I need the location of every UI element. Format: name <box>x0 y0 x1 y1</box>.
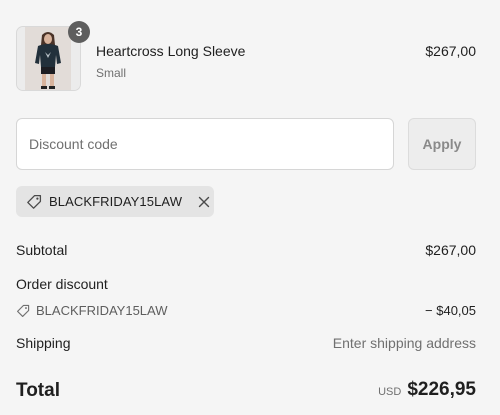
subtotal-label: Subtotal <box>16 242 68 258</box>
shipping-label: Shipping <box>16 335 71 351</box>
discount-code-text: BLACKFRIDAY15LAW <box>36 303 168 318</box>
discount-code-row: BLACKFRIDAY15LAW − $40,05 <box>16 303 476 318</box>
subtotal-row: Subtotal $267,00 <box>16 242 476 258</box>
product-thumbnail: 3 <box>16 21 90 91</box>
apply-button[interactable]: Apply <box>408 118 476 170</box>
total-currency: USD <box>378 386 402 398</box>
total-value-group: USD $226,95 <box>378 379 476 401</box>
shipping-row: Shipping Enter shipping address <box>16 335 476 351</box>
discount-value: − $40,05 <box>425 303 476 318</box>
shipping-value: Enter shipping address <box>332 335 476 351</box>
quantity-badge: 3 <box>68 21 90 43</box>
product-price: $267,00 <box>425 43 476 59</box>
total-amount: $226,95 <box>407 379 476 400</box>
tag-icon <box>16 304 30 318</box>
product-variant: Small <box>96 66 127 80</box>
applied-discount-tag: BLACKFRIDAY15LAW <box>16 186 214 217</box>
discount-code-label: BLACKFRIDAY15LAW <box>16 303 476 318</box>
discount-code-input[interactable] <box>16 118 394 170</box>
applied-discount-code: BLACKFRIDAY15LAW <box>49 194 183 209</box>
close-icon[interactable] <box>197 195 211 209</box>
order-discount-row: Order discount <box>16 276 476 292</box>
tag-icon <box>26 194 42 210</box>
order-discount-label: Order discount <box>16 276 108 292</box>
product-name: Heartcross Long Sleeve <box>96 43 246 59</box>
subtotal-value: $267,00 <box>425 242 476 258</box>
total-label: Total <box>16 380 60 401</box>
line-item: 3 Heartcross Long Sleeve Small $267,00 <box>16 21 476 92</box>
